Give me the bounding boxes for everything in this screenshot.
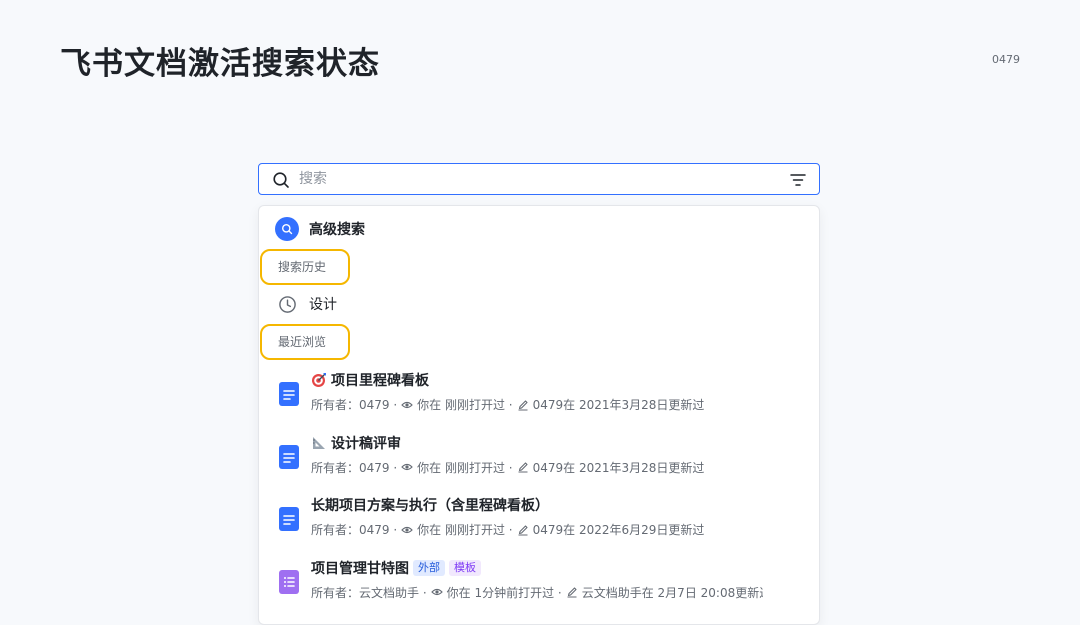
edited-text: 0479在 2021年3月28日更新过: [532, 460, 705, 475]
edit-icon: [518, 462, 528, 473]
edited-text: 云文档助手在 2月7日 20:08更新过: [581, 585, 763, 600]
recent-item-title-text: 项目里程碑看板: [331, 373, 429, 389]
search-dropdown: 高级搜索 搜索历史 设计 最近浏览 项目里程碑看板 所有者：0479 · 你在 …: [258, 205, 820, 625]
eye-icon: [401, 526, 413, 533]
clock-icon: [279, 295, 296, 313]
recent-item[interactable]: 项目里程碑看板 所有者：0479 · 你在 刚刚打开过 · 0479在 2021…: [259, 366, 819, 429]
recent-item-title: 设计稿评审: [311, 433, 401, 453]
recent-item-meta: 所有者：0479 · 你在 刚刚打开过 · 0479在 2021年3月28日更新…: [311, 396, 763, 413]
edited-text: 0479在 2022年6月29日更新过: [532, 523, 705, 537]
owner-text: 所有者：0479 ·: [311, 398, 398, 412]
doc-icon: [279, 382, 299, 406]
edit-icon: [518, 524, 528, 535]
page-title: 飞书文档激活搜索状态: [60, 46, 380, 82]
history-item-label: 设计: [309, 297, 337, 313]
recent-item[interactable]: 长期项目方案与执行（含里程碑看板） 所有者：0479 · 你在 刚刚打开过 · …: [259, 491, 819, 554]
recent-list: 项目里程碑看板 所有者：0479 · 你在 刚刚打开过 · 0479在 2021…: [259, 366, 819, 616]
viewed-text: 你在 刚刚打开过 ·: [417, 523, 513, 537]
recent-item[interactable]: 项目管理甘特图 外部 模板 所有者：云文档助手 · 你在 1分钟前打开过 · 云…: [259, 554, 819, 617]
search-icon: [273, 172, 289, 188]
recent-item-meta: 所有者：云文档助手 · 你在 1分钟前打开过 · 云文档助手在 2月7日 20:…: [311, 584, 763, 601]
edit-icon: [518, 399, 528, 410]
sheet-icon: [279, 569, 299, 594]
edited-text: 0479在 2021年3月28日更新过: [532, 398, 705, 412]
template-tag: 模板: [449, 559, 481, 576]
recent-item-meta: 所有者：0479 · 你在 刚刚打开过 · 0479在 2021年3月28日更新…: [311, 459, 763, 476]
recent-section-label: 最近浏览: [260, 324, 350, 360]
dart-target-icon: [312, 373, 326, 387]
history-item[interactable]: 设计: [278, 294, 337, 314]
external-tag: 外部: [413, 559, 445, 576]
eye-icon: [401, 463, 413, 471]
triangle-ruler-icon: [313, 436, 325, 449]
viewed-text: 你在 刚刚打开过 ·: [417, 398, 513, 412]
recent-item-title-text: 设计稿评审: [331, 435, 401, 452]
eye-icon: [430, 588, 443, 596]
page-id-label: 0479: [992, 53, 1020, 66]
advanced-search-label: 高级搜索: [309, 222, 365, 238]
recent-item-title-text: 项目管理甘特图: [311, 560, 409, 577]
search-input[interactable]: [299, 164, 769, 194]
recent-item-title: 项目管理甘特图 外部 模板: [311, 558, 481, 578]
recent-item[interactable]: 设计稿评审 所有者：0479 · 你在 刚刚打开过 · 0479在 2021年3…: [259, 429, 819, 492]
history-section-label: 搜索历史: [260, 249, 350, 285]
eye-icon: [401, 401, 413, 408]
advanced-search-icon: [275, 217, 299, 241]
recent-item-title: 长期项目方案与执行（含里程碑看板）: [311, 495, 549, 515]
edit-icon: [567, 587, 577, 598]
owner-text: 所有者：0479 ·: [311, 460, 398, 475]
owner-text: 所有者：云文档助手 ·: [311, 585, 427, 600]
recent-item-meta: 所有者：0479 · 你在 刚刚打开过 · 0479在 2022年6月29日更新…: [311, 521, 763, 538]
doc-icon: [279, 507, 299, 531]
viewed-text: 你在 1分钟前打开过 ·: [446, 585, 562, 600]
search-bar[interactable]: [258, 163, 820, 195]
doc-icon: [279, 444, 299, 469]
recent-item-title: 项目里程碑看板: [311, 370, 429, 390]
recent-item-title-text: 长期项目方案与执行（含里程碑看板）: [311, 498, 549, 514]
owner-text: 所有者：0479 ·: [311, 523, 398, 537]
advanced-search-item[interactable]: 高级搜索: [275, 217, 365, 241]
viewed-text: 你在 刚刚打开过 ·: [417, 460, 513, 475]
filter-icon[interactable]: [789, 171, 807, 189]
